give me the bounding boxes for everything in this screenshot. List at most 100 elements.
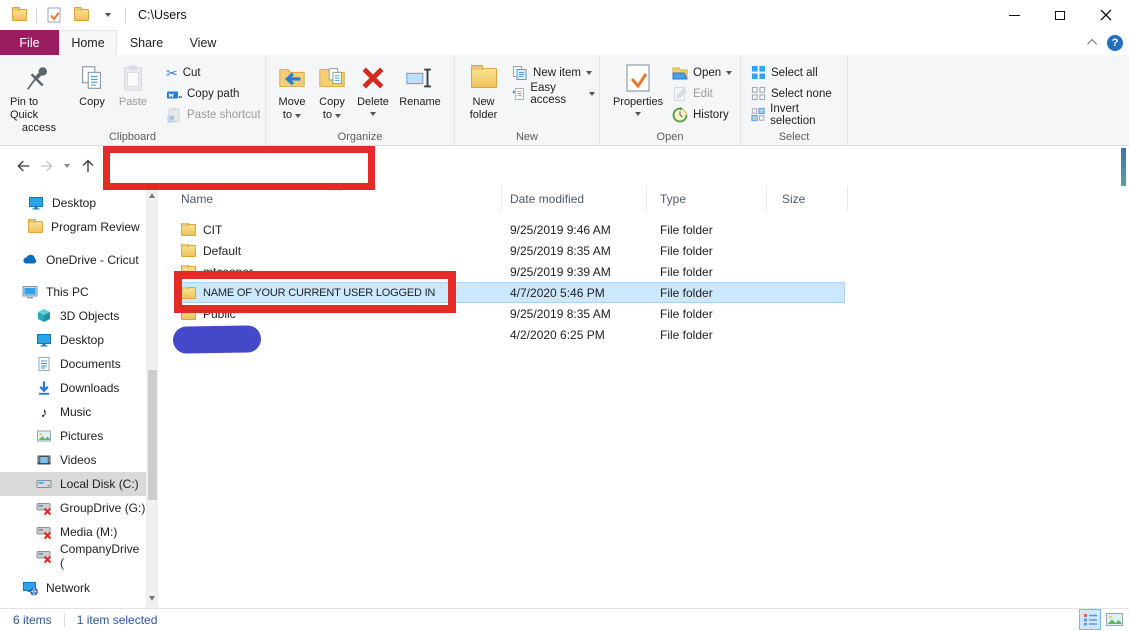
details-view-button[interactable] <box>1079 609 1101 630</box>
sidebar-item-desktop[interactable]: Desktop <box>0 191 146 215</box>
chevron-down-icon <box>64 164 70 168</box>
paste-shortcut-button[interactable]: Paste shortcut <box>162 104 265 125</box>
sidebar-item-label: Local Disk (C:) <box>60 477 139 491</box>
qat-customize-button[interactable] <box>98 5 118 25</box>
select-all-button[interactable]: Select all <box>747 62 847 83</box>
file-type: File folder <box>660 223 770 237</box>
pin-label: Pin to Quick <box>10 96 68 122</box>
rename-icon <box>405 63 435 93</box>
column-header-date-modified[interactable]: Date modified <box>502 186 647 212</box>
file-row-cit[interactable]: CIT 9/25/2019 9:46 AM File folder <box>176 219 845 240</box>
sidebar-item-label: Network <box>46 581 90 595</box>
sidebar-item-label: Program Review <box>51 220 140 234</box>
cut-button[interactable]: ✂ Cut <box>162 62 265 83</box>
sidebar-item-local-disk-c[interactable]: Local Disk (C:) <box>0 472 146 496</box>
minimize-button[interactable] <box>991 0 1037 30</box>
copy-path-button[interactable]: Copy path <box>162 83 265 104</box>
column-label: Type <box>660 192 686 206</box>
sidebar-item-onedrive[interactable]: OneDrive - Cricut <box>0 248 146 272</box>
sidebar-item-documents[interactable]: Documents <box>0 352 146 376</box>
new-item-label: New item <box>533 67 581 79</box>
move-to-button[interactable]: Moveto <box>272 58 312 124</box>
copy-to-button[interactable]: Copyto <box>312 58 352 124</box>
sidebar-item-companydrive[interactable]: CompanyDrive ( <box>0 544 146 568</box>
pin-to-quick-access-button[interactable]: Pin to Quickaccess <box>6 58 72 137</box>
sidebar-item-this-pc[interactable]: This PC <box>0 280 146 304</box>
maximize-button[interactable] <box>1037 0 1083 30</box>
item-count: 6 items <box>13 613 52 627</box>
local-disk-icon <box>36 476 52 492</box>
this-pc-icon <box>22 284 38 300</box>
ribbon-group-new: Newfolder New item Easy access New <box>455 55 600 145</box>
sidebar-item-downloads[interactable]: Downloads <box>0 376 146 400</box>
easy-access-button[interactable]: Easy access <box>508 83 599 104</box>
cut-icon: ✂ <box>166 66 178 80</box>
tab-share[interactable]: Share <box>117 30 176 55</box>
invert-selection-label: Invert selection <box>770 103 843 127</box>
sidebar-item-program-review[interactable]: Program Review <box>0 215 146 239</box>
scroll-up-button[interactable] <box>146 188 158 203</box>
properties-label: Properties <box>613 96 663 109</box>
copy-path-label: Copy path <box>187 88 239 100</box>
new-item-button[interactable]: New item <box>508 62 599 83</box>
properties-button[interactable]: Properties <box>610 58 666 118</box>
qat-new-folder-button[interactable] <box>71 5 91 25</box>
sidebar-item-groupdrive-g[interactable]: GroupDrive (G:) <box>0 496 146 520</box>
open-label: Open <box>693 67 721 79</box>
copy-button[interactable]: Copy <box>72 58 112 111</box>
network-drive-icon <box>36 524 52 540</box>
history-button[interactable]: History <box>668 104 736 125</box>
sidebar-scrollbar[interactable] <box>146 186 158 608</box>
file-row-hidden-name[interactable]: 4/2/2020 6:25 PM File folder <box>176 324 845 345</box>
triangle-down-icon <box>149 596 155 601</box>
qat-properties-button[interactable] <box>44 5 64 25</box>
tab-home[interactable]: Home <box>59 30 117 55</box>
scroll-down-button[interactable] <box>146 591 158 606</box>
file-name: CIT <box>203 223 222 237</box>
large-icons-view-button[interactable] <box>1103 609 1125 630</box>
cut-label: Cut <box>183 67 201 79</box>
paste-button[interactable]: Paste <box>112 58 154 111</box>
close-button[interactable] <box>1083 0 1129 30</box>
sidebar-item-desktop-pc[interactable]: Desktop <box>0 328 146 352</box>
network-drive-icon <box>36 548 52 564</box>
3d-objects-icon <box>36 308 52 324</box>
sidebar-item-videos[interactable]: Videos <box>0 448 146 472</box>
ribbon-group-clipboard: Pin to Quickaccess Copy Paste ✂ Cut Copy… <box>0 55 266 145</box>
up-button[interactable] <box>76 154 100 178</box>
delete-button[interactable]: Delete <box>352 58 394 118</box>
close-icon <box>1100 9 1112 21</box>
ribbon-tab-row: File Home Share View <box>0 30 1129 55</box>
open-button[interactable]: Open <box>668 62 736 83</box>
scrollbar-thumb[interactable] <box>148 370 157 500</box>
sidebar-item-label: Documents <box>60 357 121 371</box>
sidebar-item-3d-objects[interactable]: 3D Objects <box>0 304 146 328</box>
quick-access-toolbar <box>0 5 126 25</box>
sidebar-item-label: This PC <box>46 285 89 299</box>
sidebar-item-pictures[interactable]: Pictures <box>0 424 146 448</box>
recent-locations-button[interactable] <box>60 154 74 178</box>
file-row-default[interactable]: Default 9/25/2019 8:35 AM File folder <box>176 240 845 261</box>
sidebar-item-network[interactable]: Network <box>0 576 146 600</box>
column-header-type[interactable]: Type <box>647 186 767 212</box>
qat-folder-button[interactable] <box>9 5 29 25</box>
invert-selection-button[interactable]: Invert selection <box>747 104 847 125</box>
sidebar-item-music[interactable]: ♪ Music <box>0 400 146 424</box>
new-folder-button[interactable]: Newfolder <box>463 58 504 124</box>
back-button[interactable] <box>10 154 34 178</box>
forward-button[interactable] <box>36 154 60 178</box>
file-name: Default <box>203 244 241 258</box>
sidebar-item-media-m[interactable]: Media (M:) <box>0 520 146 544</box>
group-label-select: Select <box>741 131 847 143</box>
edit-button[interactable]: Edit <box>668 83 736 104</box>
maximize-icon <box>1055 11 1065 20</box>
column-header-size[interactable]: Size <box>767 186 848 212</box>
tab-file[interactable]: File <box>0 30 59 55</box>
file-date: 4/2/2020 6:25 PM <box>510 328 660 342</box>
rename-button[interactable]: Rename <box>394 58 446 111</box>
select-none-button[interactable]: Select none <box>747 83 847 104</box>
tab-view[interactable]: View <box>176 30 230 55</box>
help-button[interactable] <box>1107 35 1123 51</box>
minimize-ribbon-button[interactable] <box>1090 39 1097 46</box>
pictures-icon <box>36 428 52 444</box>
